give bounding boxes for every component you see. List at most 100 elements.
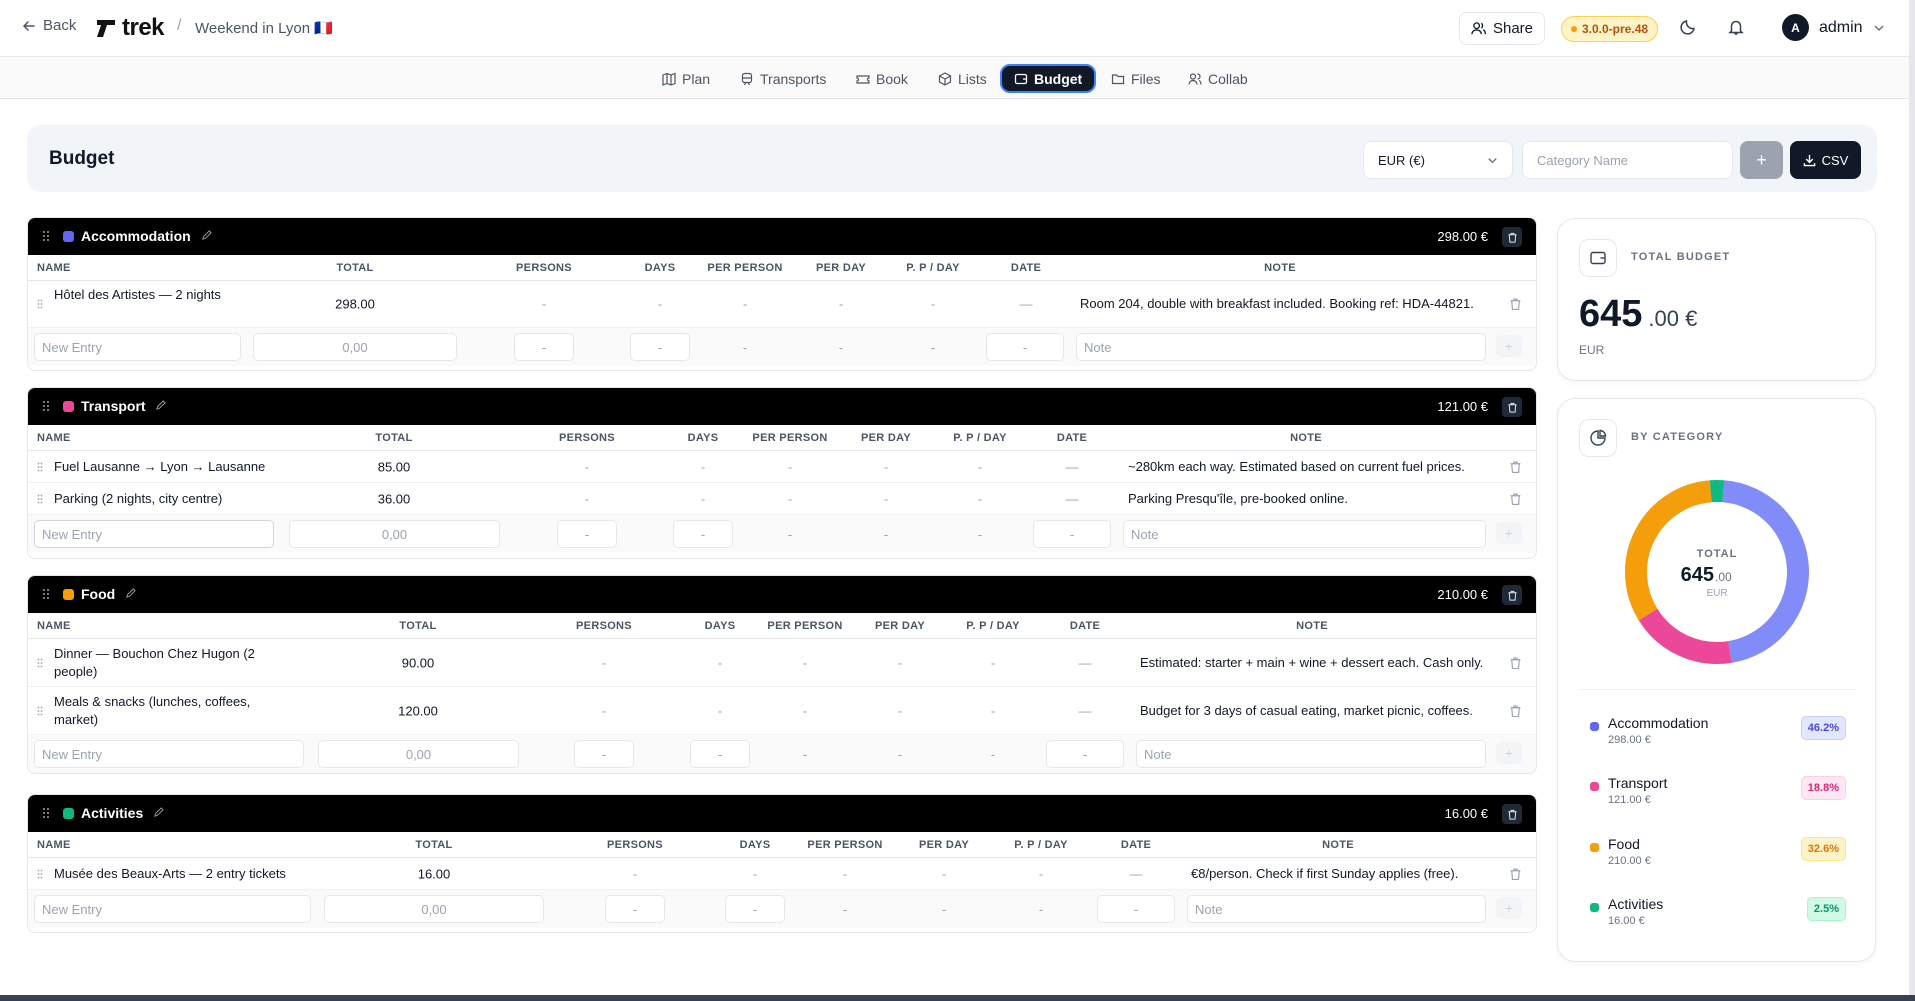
new-entry-name-input[interactable]: New Entry <box>34 740 304 768</box>
pencil-icon[interactable] <box>153 807 164 818</box>
trash-icon[interactable] <box>1509 492 1522 505</box>
tab-collab[interactable]: Collab <box>1182 64 1254 93</box>
currency-select[interactable]: EUR (€) <box>1363 141 1513 179</box>
item-persons[interactable]: - <box>585 459 589 474</box>
drag-handle-icon[interactable] <box>42 588 50 600</box>
new-entry-date-input[interactable]: - <box>1033 520 1111 548</box>
item-name[interactable]: Dinner — Bouchon Chez Hugon (2 people) <box>54 645 284 681</box>
item-date[interactable]: — <box>1079 655 1092 670</box>
tab-book[interactable]: Book <box>850 64 914 93</box>
new-entry-name-input[interactable]: New Entry <box>34 895 311 923</box>
drag-handle-icon[interactable] <box>37 494 43 504</box>
trash-icon[interactable] <box>1509 704 1522 717</box>
item-days[interactable]: - <box>701 491 705 506</box>
item-date[interactable]: — <box>1066 491 1079 506</box>
new-entry-total-input[interactable]: 0,00 <box>324 895 544 923</box>
trash-icon[interactable] <box>1509 656 1522 669</box>
export-csv-button[interactable]: CSV <box>1790 141 1861 179</box>
add-entry-button[interactable]: + <box>1496 522 1522 544</box>
new-entry-days-input[interactable]: - <box>630 333 690 361</box>
trash-icon[interactable] <box>1509 460 1522 473</box>
item-total[interactable]: 85.00 <box>378 459 411 474</box>
item-persons[interactable]: - <box>633 866 637 881</box>
new-entry-days-input[interactable]: - <box>673 520 733 548</box>
table-row[interactable]: Parking (2 nights, city centre) 36.00 - … <box>28 483 1536 515</box>
delete-category-button[interactable] <box>1502 585 1522 605</box>
item-date[interactable]: — <box>1020 297 1033 312</box>
table-row[interactable]: Dinner — Bouchon Chez Hugon (2 people) 9… <box>28 639 1536 687</box>
item-total[interactable]: 90.00 <box>402 655 435 670</box>
new-entry-date-input[interactable]: - <box>986 333 1064 361</box>
new-entry-note-input[interactable]: Note <box>1076 333 1486 361</box>
item-name[interactable]: Hôtel des Artistes — 2 nights <box>54 286 221 304</box>
item-persons[interactable]: - <box>602 655 606 670</box>
share-button[interactable]: Share <box>1459 12 1545 45</box>
tab-plan[interactable]: Plan <box>656 64 716 93</box>
add-entry-button[interactable]: + <box>1496 742 1522 764</box>
new-entry-persons-input[interactable]: - <box>605 895 665 923</box>
item-total[interactable]: 298.00 <box>335 297 375 312</box>
item-total[interactable]: 120.00 <box>398 703 438 718</box>
delete-category-button[interactable] <box>1502 397 1522 417</box>
new-entry-name-input[interactable]: New Entry <box>34 520 274 548</box>
tab-files[interactable]: Files <box>1105 64 1167 93</box>
drag-handle-icon[interactable] <box>42 230 50 242</box>
trash-icon[interactable] <box>1509 298 1522 311</box>
add-entry-button[interactable]: + <box>1496 897 1522 919</box>
item-persons[interactable]: - <box>602 703 606 718</box>
new-entry-total-input[interactable]: 0,00 <box>318 740 519 768</box>
add-entry-button[interactable]: + <box>1496 335 1522 357</box>
drag-handle-icon[interactable] <box>37 869 43 879</box>
new-entry-persons-input[interactable]: - <box>557 520 617 548</box>
item-note[interactable]: Room 204, double with breakfast included… <box>1080 295 1480 313</box>
pencil-icon[interactable] <box>125 588 136 599</box>
back-button[interactable]: Back <box>22 17 76 34</box>
add-category-button[interactable]: + <box>1740 141 1783 179</box>
new-entry-note-input[interactable]: Note <box>1136 740 1486 768</box>
item-note[interactable]: ~280km each way. Estimated based on curr… <box>1128 458 1465 476</box>
item-note[interactable]: Parking Presqu'île, pre-booked online. <box>1128 490 1348 508</box>
new-entry-persons-input[interactable]: - <box>514 333 574 361</box>
new-entry-days-input[interactable]: - <box>690 740 750 768</box>
item-total[interactable]: 36.00 <box>378 491 411 506</box>
tab-lists[interactable]: Lists <box>932 64 993 93</box>
table-row[interactable]: Meals & snacks (lunches, coffees, market… <box>28 687 1536 735</box>
pencil-icon[interactable] <box>201 230 212 241</box>
item-name[interactable]: Musée des Beaux-Arts — 2 entry tickets <box>54 865 286 883</box>
notifications-button[interactable] <box>1727 18 1745 39</box>
new-entry-total-input[interactable]: 0,00 <box>289 520 500 548</box>
tab-transports[interactable]: Transports <box>734 64 832 93</box>
drag-handle-icon[interactable] <box>42 400 50 412</box>
item-days[interactable]: - <box>718 655 722 670</box>
item-note[interactable]: €8/person. Check if first Sunday applies… <box>1191 865 1458 883</box>
new-entry-days-input[interactable]: - <box>725 895 785 923</box>
new-entry-date-input[interactable]: - <box>1097 895 1175 923</box>
item-date[interactable]: — <box>1079 703 1092 718</box>
drag-handle-icon[interactable] <box>42 807 50 819</box>
item-days[interactable]: - <box>701 459 705 474</box>
table-row[interactable]: Hôtel des Artistes — 2 nights 298.00 - -… <box>28 281 1536 328</box>
new-entry-date-input[interactable]: - <box>1046 740 1124 768</box>
item-note[interactable]: Estimated: starter + main + wine + desse… <box>1140 654 1485 672</box>
new-entry-total-input[interactable]: 0,00 <box>253 333 457 361</box>
drag-handle-icon[interactable] <box>37 299 43 309</box>
item-name[interactable]: Meals & snacks (lunches, coffees, market… <box>54 693 284 729</box>
new-entry-name-input[interactable]: New Entry <box>34 333 241 361</box>
category-name-input[interactable] <box>1522 141 1733 179</box>
item-days[interactable]: - <box>718 703 722 718</box>
delete-category-button[interactable] <box>1502 227 1522 247</box>
item-days[interactable]: - <box>753 866 757 881</box>
item-name[interactable]: Fuel Lausanne → Lyon → Lausanne <box>54 458 265 476</box>
new-entry-note-input[interactable]: Note <box>1123 520 1486 548</box>
item-persons[interactable]: - <box>585 491 589 506</box>
drag-handle-icon[interactable] <box>37 462 43 472</box>
drag-handle-icon[interactable] <box>37 658 43 668</box>
dark-mode-toggle[interactable] <box>1679 18 1697 39</box>
pencil-icon[interactable] <box>155 400 167 411</box>
delete-category-button[interactable] <box>1502 804 1522 824</box>
tab-budget[interactable]: Budget <box>1000 64 1097 93</box>
trek-logo[interactable]: trek <box>94 14 165 42</box>
item-total[interactable]: 16.00 <box>418 866 451 881</box>
table-row[interactable]: Fuel Lausanne → Lyon → Lausanne 85.00 - … <box>28 451 1536 483</box>
item-persons[interactable]: - <box>542 297 546 312</box>
